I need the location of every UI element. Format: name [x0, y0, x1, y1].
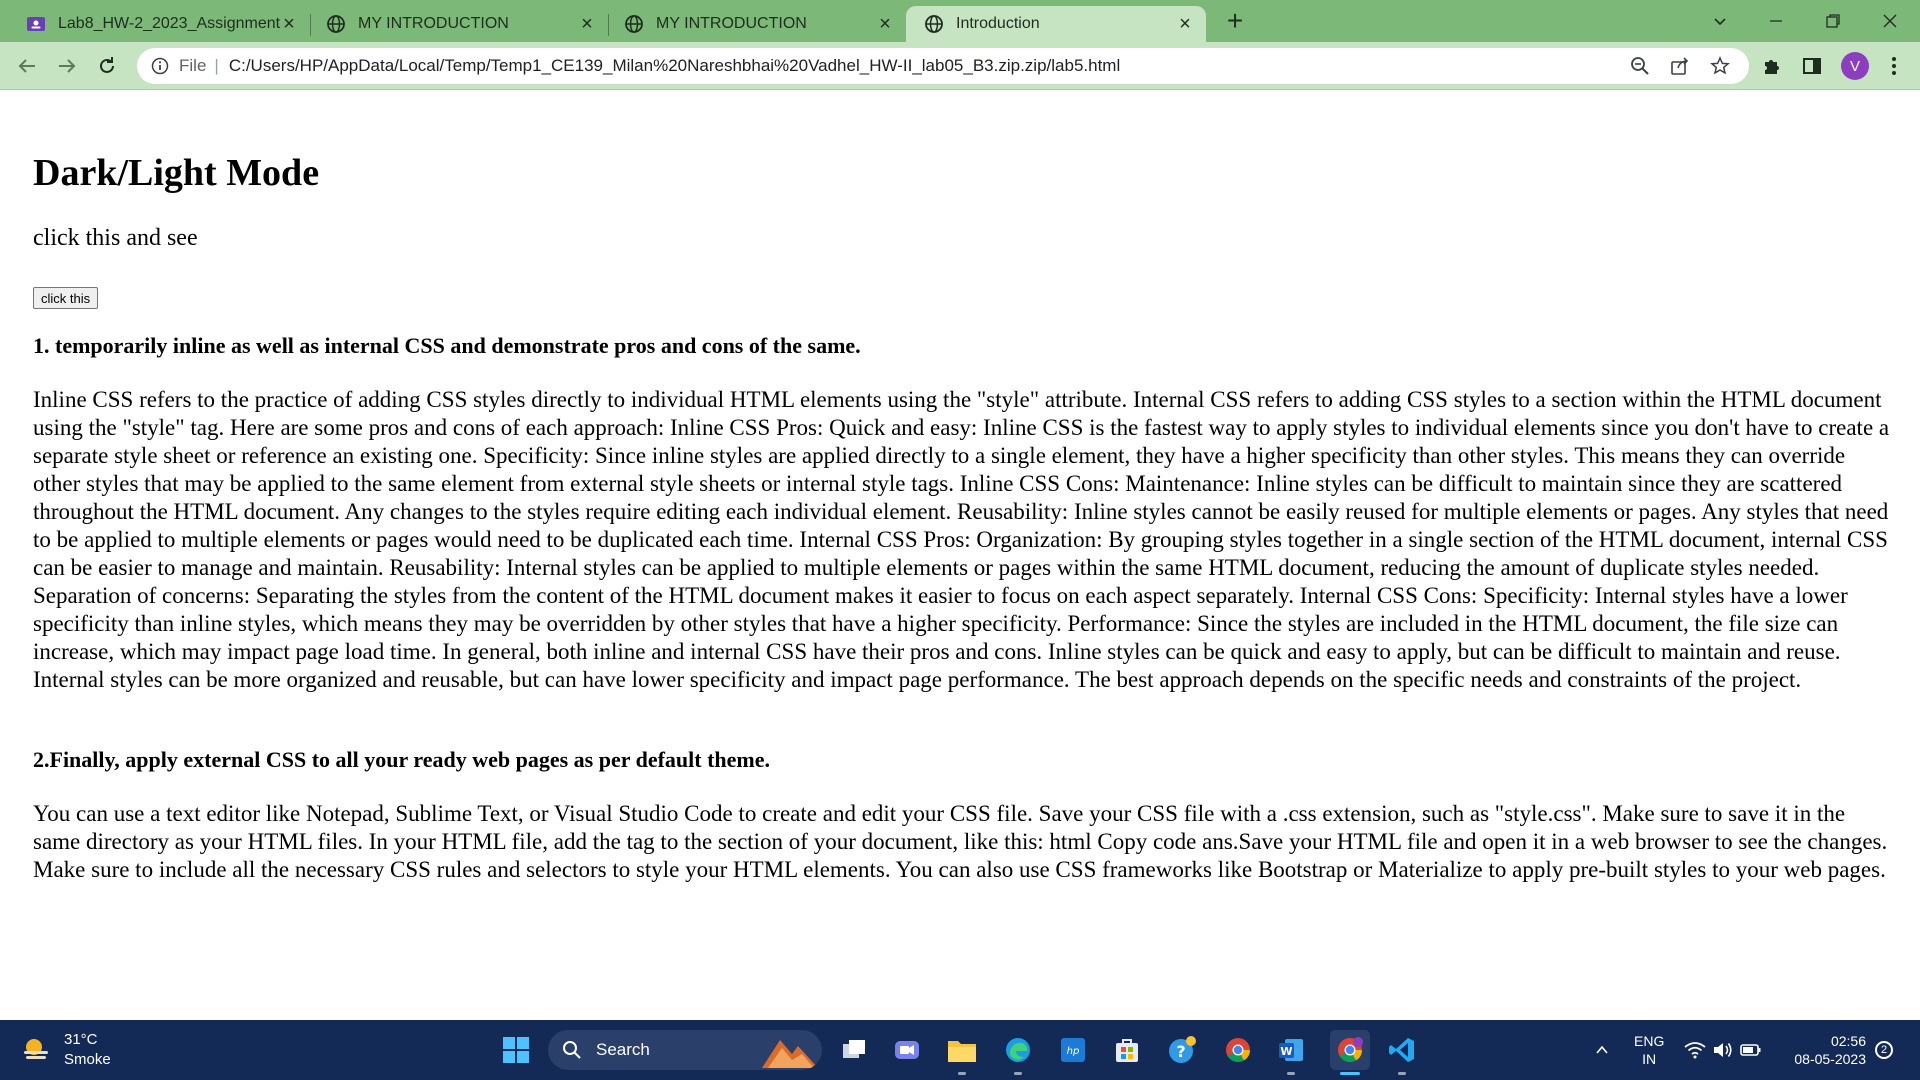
tab-introduction[interactable]: Introduction ×	[906, 6, 1206, 42]
menu-kebab-icon[interactable]	[1883, 55, 1905, 77]
system-tray-group[interactable]	[1680, 1034, 1766, 1066]
task-view-icon[interactable]	[838, 1034, 870, 1066]
tab-strip: Lab8_HW-2_2023_Assignment × MY INTRODUCT…	[0, 0, 1920, 42]
globe-icon	[327, 15, 345, 33]
restore-icon[interactable]	[1813, 6, 1853, 36]
myhp-icon[interactable]: hp	[1057, 1034, 1089, 1066]
running-indicator	[1014, 1072, 1022, 1075]
section-2-body: You can use a text editor like Notepad, …	[33, 801, 1888, 882]
section-1-body: Inline CSS refers to the practice of add…	[33, 387, 1890, 692]
close-icon[interactable]: ×	[578, 13, 596, 35]
minimize-icon[interactable]	[1756, 6, 1796, 36]
search-label: Search	[596, 1040, 650, 1059]
address-bar[interactable]: File | C:/Users/HP/AppData/Local/Temp/Te…	[137, 48, 1749, 84]
edge-browser-icon[interactable]	[1002, 1034, 1034, 1066]
tab-title: MY INTRODUCTION	[358, 15, 509, 32]
tab-lab8[interactable]: Lab8_HW-2_2023_Assignment ×	[0, 6, 310, 42]
notification-badge[interactable]: 2	[1875, 1041, 1893, 1059]
tab-title: Lab8_HW-2_2023_Assignment	[58, 15, 280, 32]
close-icon[interactable]: ×	[1176, 13, 1194, 35]
side-panel-icon[interactable]	[1801, 55, 1823, 77]
help-icon[interactable]: ?	[1166, 1034, 1198, 1066]
weather-temp: 31°C	[64, 1031, 98, 1048]
close-window-icon[interactable]	[1870, 6, 1910, 36]
svg-text:?: ?	[1176, 1042, 1185, 1061]
page-title: Dark/Light Mode	[33, 152, 320, 194]
extensions-puzzle-icon[interactable]	[1761, 55, 1783, 77]
back-arrow-icon[interactable]	[12, 51, 42, 81]
running-indicator	[958, 1072, 966, 1075]
tab-title: Introduction	[956, 15, 1040, 32]
file-explorer-icon[interactable]	[946, 1034, 978, 1066]
tab-title: MY INTRODUCTION	[656, 15, 807, 32]
word-icon[interactable]: W	[1275, 1034, 1307, 1066]
wifi-icon	[1684, 1042, 1706, 1059]
running-indicator	[1398, 1072, 1406, 1075]
toggle-mode-button[interactable]: click this	[33, 287, 99, 309]
chrome-icon[interactable]	[1222, 1034, 1254, 1066]
running-indicator	[1287, 1072, 1295, 1075]
weather-sun-icon	[24, 1039, 48, 1059]
weather-widget[interactable]: 31°C Smoke	[20, 1030, 111, 1070]
reload-icon[interactable]	[92, 51, 122, 81]
web-page: Dark/Light Mode click this and see click…	[0, 91, 1920, 1020]
tab-search-icon[interactable]	[1700, 6, 1740, 36]
taskbar: 31°C Smoke Search hp ? W ENG IN 02:56 08…	[0, 1020, 1920, 1080]
forward-arrow-icon[interactable]	[52, 51, 82, 81]
battery-icon	[1740, 1044, 1761, 1056]
new-tab-button[interactable]: +	[1222, 7, 1248, 35]
clock[interactable]: 02:56 08-05-2023	[1784, 1032, 1866, 1068]
info-icon[interactable]	[151, 57, 169, 75]
globe-icon	[625, 15, 643, 33]
language-code: ENG	[1634, 1033, 1665, 1049]
share-icon[interactable]	[1670, 56, 1690, 76]
microsoft-store-icon[interactable]	[1111, 1034, 1143, 1066]
section-1-heading: 1. temporarily inline as well as interna…	[33, 333, 861, 358]
close-icon[interactable]: ×	[280, 13, 298, 35]
url-text[interactable]: C:/Users/HP/AppData/Local/Temp/Temp1_CE1…	[229, 56, 1120, 76]
page-subtitle: click this and see	[33, 225, 198, 251]
browser-toolbar: File | C:/Users/HP/AppData/Local/Temp/Te…	[0, 42, 1920, 90]
windows-start-icon[interactable]	[500, 1034, 532, 1066]
classroom-icon	[27, 17, 45, 31]
region-code: IN	[1642, 1051, 1657, 1067]
tab-my-introduction-2[interactable]: MY INTRODUCTION ×	[608, 6, 906, 42]
url-scheme: File	[179, 56, 207, 75]
teams-chat-icon[interactable]	[891, 1034, 923, 1066]
profile-avatar[interactable]: V	[1841, 52, 1869, 80]
tab-my-introduction-1[interactable]: MY INTRODUCTION ×	[310, 6, 608, 42]
url-divider: |	[214, 56, 219, 75]
zoom-icon[interactable]	[1630, 56, 1650, 76]
clock-time: 02:56	[1830, 1033, 1866, 1049]
search-highlight-icon	[762, 1040, 818, 1068]
globe-icon	[925, 15, 943, 33]
taskbar-search[interactable]: Search	[548, 1030, 822, 1070]
close-icon[interactable]: ×	[876, 13, 894, 35]
svg-text:hp: hp	[1067, 1046, 1080, 1057]
clock-date: 08-05-2023	[1794, 1051, 1866, 1067]
chrome-profile-icon[interactable]	[1330, 1030, 1370, 1070]
weather-condition: Smoke	[64, 1051, 111, 1068]
section-2-heading: 2.Finally, apply external CSS to all you…	[33, 747, 771, 772]
search-icon	[563, 1041, 581, 1059]
bookmark-star-icon[interactable]	[1710, 56, 1730, 76]
vscode-icon[interactable]	[1386, 1034, 1418, 1066]
active-indicator	[1340, 1072, 1360, 1075]
volume-icon	[1714, 1043, 1732, 1057]
svg-text:W: W	[1280, 1045, 1292, 1058]
chevron-up-icon[interactable]	[1586, 1034, 1618, 1066]
language-indicator[interactable]: ENG IN	[1634, 1032, 1664, 1068]
